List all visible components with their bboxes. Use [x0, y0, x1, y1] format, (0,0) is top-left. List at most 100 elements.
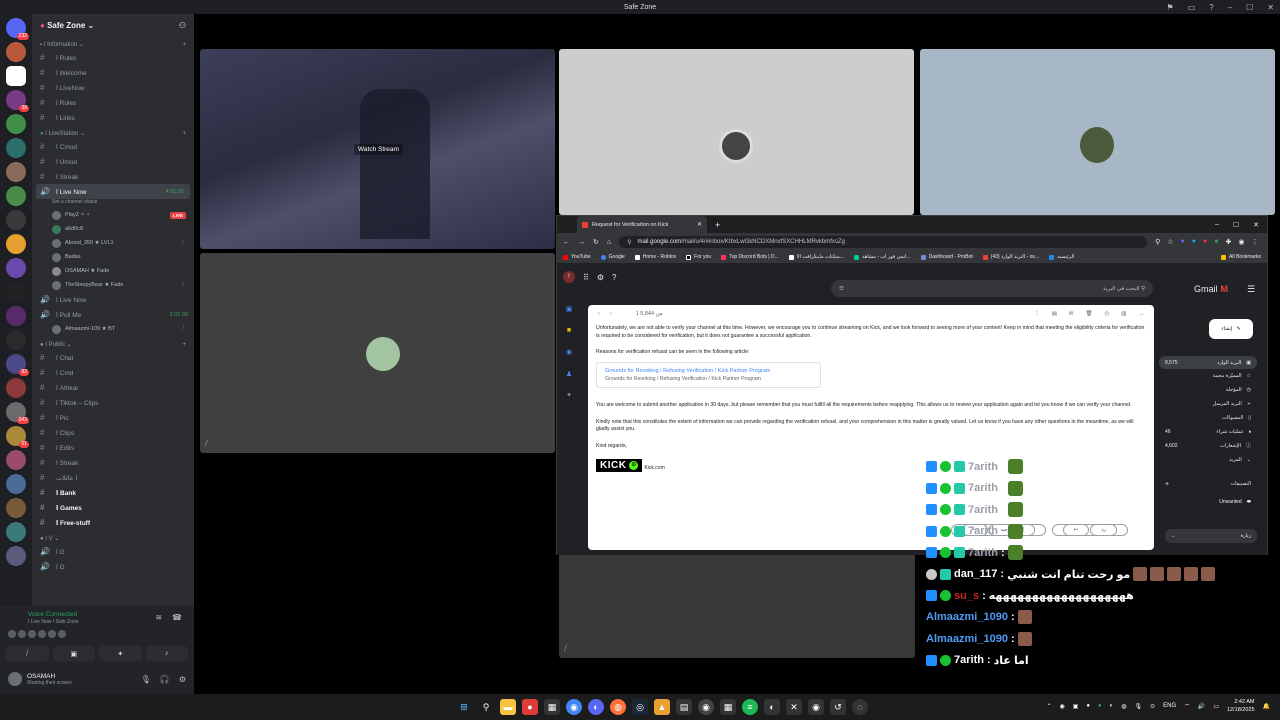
camera-button[interactable]: ⧸ [6, 646, 49, 661]
contacts-icon[interactable]: ♟ [566, 370, 572, 378]
server-icon[interactable]: 51 [6, 426, 29, 448]
tray-app-icon[interactable]: ◍ [1121, 703, 1126, 710]
category-livestation[interactable]: ● ا LiveStation ⌄ + [32, 128, 194, 139]
app-icon[interactable]: ▦ [544, 699, 560, 715]
bookmark-home-ar[interactable]: الرئيسية [1049, 254, 1074, 260]
delete-icon[interactable]: 🗑 [1086, 311, 1093, 317]
app-icon[interactable]: ◐ [764, 699, 780, 715]
channel-clips[interactable]: # ا Clips [32, 425, 194, 440]
tray-app-icon[interactable]: ⊙ [1150, 703, 1155, 710]
move-to-icon[interactable]: ▤ [1052, 311, 1057, 317]
activities-button[interactable]: ✦ [99, 646, 142, 661]
category-bank[interactable]: # ا Bank [32, 485, 194, 500]
voice-user[interactable]: TheSleepyBear ★ Fade ⧸ [32, 278, 194, 292]
server-icon[interactable] [6, 450, 26, 470]
volume-icon[interactable]: 🔊 [1198, 703, 1205, 710]
article-link[interactable]: Grounds for Revoking / Refusing Verifica… [605, 367, 812, 376]
app-icon[interactable]: ◌ [852, 699, 868, 715]
voice-channel-live-now-2[interactable]: 🔊 ا Live Now [32, 292, 194, 307]
soundboard-button[interactable]: ♪ [145, 646, 188, 661]
more-icon[interactable]: ⋮ [1034, 311, 1040, 317]
app-icon[interactable]: ◉ [808, 699, 824, 715]
snooze-icon[interactable]: ◷ [1104, 311, 1109, 317]
pin-icon[interactable]: ⚑ [1166, 3, 1173, 12]
add-addon-icon[interactable]: + [567, 392, 571, 399]
dm-icon[interactable]: 232 [6, 18, 29, 40]
voice-channel-live-now[interactable]: 🔊 ا Live Now 4:01:25 [36, 184, 190, 199]
server-icon[interactable] [6, 42, 26, 62]
server-icon[interactable] [6, 138, 26, 158]
noise-suppression-icon[interactable]: ≋ [155, 613, 162, 622]
channel-chat[interactable]: # ا Chat [32, 350, 194, 365]
headphones-icon[interactable]: 🎧 [160, 675, 170, 684]
server-icon[interactable] [6, 186, 26, 206]
extensions-puzzle-icon[interactable]: ✚ [1225, 238, 1231, 246]
profile-icon[interactable]: ◉ [1238, 238, 1244, 246]
stream-tile-user[interactable]: ⧸ [559, 552, 915, 658]
channel-streak[interactable]: # ا Streak [32, 169, 194, 184]
language-indicator[interactable]: ENG [1163, 703, 1176, 709]
server-icon[interactable]: 343 [6, 402, 29, 424]
app-icon[interactable]: ✕ [786, 699, 802, 715]
prev-email-icon[interactable]: ‹ [598, 311, 600, 317]
all-bookmarks-button[interactable]: All Bookmarks [1221, 254, 1261, 260]
system-clock[interactable]: 2:42 AM 12/18/2025 [1227, 698, 1255, 714]
extension-icon[interactable]: ● [1181, 238, 1185, 246]
voice-user[interactable]: Almaazmi-109 ★ BT ⧸ [32, 322, 194, 336]
settings-gear-icon[interactable]: ⚙ [179, 675, 186, 684]
voice-user[interactable]: OSAMAH ★ Fade [32, 264, 194, 278]
search-icon[interactable]: ⚲ [478, 699, 494, 715]
battery-icon[interactable]: ▭ [1213, 703, 1219, 710]
tray-app-icon[interactable]: ● [1098, 703, 1102, 709]
bookmark-minecraft-skins[interactable]: سكنات ماينكرافت الا... [788, 254, 844, 260]
server-icon[interactable]: 92 [6, 354, 29, 376]
bookmark-google[interactable]: Google [600, 254, 625, 260]
server-icon[interactable] [6, 378, 26, 398]
voice-channel-g[interactable]: 🔊 ا G [32, 544, 194, 559]
start-windows-icon[interactable]: ⊞ [456, 699, 472, 715]
stream-tile-user[interactable] [559, 49, 914, 215]
voice-user[interactable]: Abood_350 ★ LVL1 ⧸ [32, 236, 194, 250]
minimize-button[interactable]: – [1228, 3, 1232, 12]
disconnect-icon[interactable]: ☎ [172, 613, 182, 622]
server-icon[interactable] [6, 210, 26, 230]
server-icon[interactable] [6, 522, 26, 542]
menu-kebab-icon[interactable]: ⋮ [1251, 238, 1258, 246]
new-tab-button[interactable]: + [715, 220, 720, 230]
add-channel-icon[interactable]: + [182, 131, 186, 137]
home-icon[interactable]: ⌂ [607, 239, 611, 246]
channel-tiktok-clips[interactable]: # ا Tiktok – Clips [32, 395, 194, 410]
obs-icon[interactable]: ◉ [698, 699, 714, 715]
wifi-icon[interactable]: ⌔ [1184, 702, 1190, 710]
server-icon[interactable] [6, 258, 26, 278]
kick-site-link[interactable]: Kick.com [644, 465, 664, 473]
server-icon[interactable]: 38 [6, 90, 29, 112]
reload-icon[interactable]: ↻ [593, 238, 599, 246]
server-icon[interactable] [6, 282, 26, 302]
category-v[interactable]: ● ا V ⌄ [32, 533, 194, 544]
add-channel-icon[interactable]: + [182, 42, 186, 48]
next-email-icon[interactable]: › [610, 311, 612, 317]
calendar-icon[interactable]: ▣ [566, 305, 573, 313]
channel-welcome[interactable]: # ا Welcome [32, 65, 194, 80]
voice-user[interactable]: Play2 ✧ ⋆ LIVE [32, 208, 194, 222]
category-games[interactable]: # ا Games [32, 500, 194, 515]
channel-cmod[interactable]: # ا Cmod [32, 139, 194, 154]
site-info-icon[interactable]: ⚲ [627, 239, 631, 246]
tasks-icon[interactable]: ◉ [566, 348, 572, 356]
nav-purchases[interactable]: 46 عمليات شراء ⬧ [1159, 425, 1257, 438]
nav-inbox[interactable]: 8,575 البريد الوارد ▣ [1159, 356, 1257, 369]
bookmark-star-icon[interactable]: ☆ [1167, 238, 1173, 246]
tray-chevron-icon[interactable]: ⌃ [1046, 703, 1051, 710]
stream-tile-user[interactable]: ⧸ [200, 253, 555, 453]
notifications-bell-icon[interactable]: 🔔 [1263, 703, 1270, 710]
steam-icon[interactable]: ◎ [632, 699, 648, 715]
chrome-icon[interactable]: ◉ [566, 699, 582, 715]
back-icon[interactable]: ← [563, 239, 570, 246]
mic-icon[interactable]: 🎙 [1135, 703, 1143, 710]
nav-snoozed[interactable]: المؤجلة ◷ [1159, 383, 1257, 396]
channel-families[interactable]: # ا عائلات [32, 470, 194, 485]
nav-drafts[interactable]: المسودّات ▯ [1159, 411, 1257, 424]
extension-icon[interactable]: ● [1192, 238, 1196, 246]
help-icon[interactable]: ? [612, 273, 616, 282]
